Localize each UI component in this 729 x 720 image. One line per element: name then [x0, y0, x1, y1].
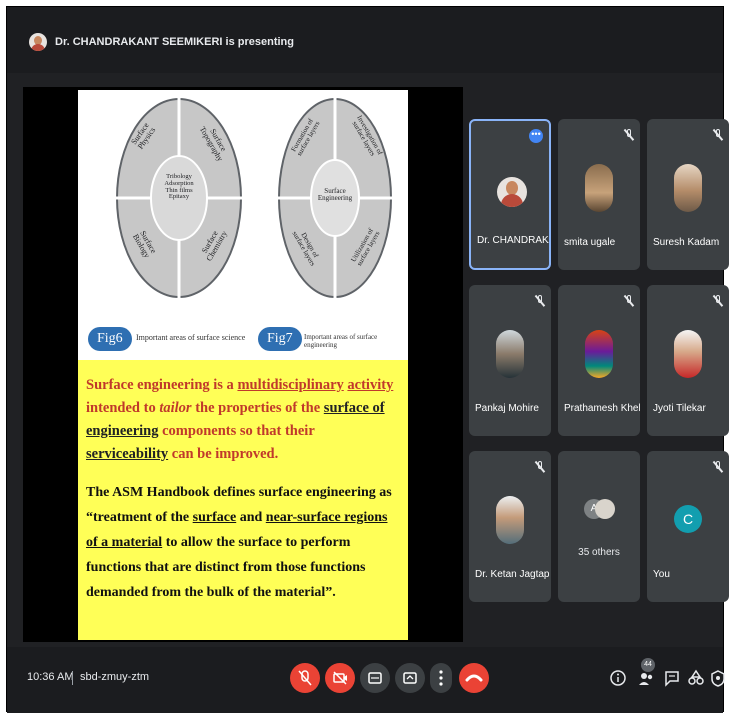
- divider: [72, 671, 73, 685]
- participant-tile[interactable]: Prathamesh Khelu...: [558, 285, 640, 436]
- meeting-code: sbd-zmuy-ztm: [80, 671, 150, 683]
- fig6-center: Tribology Adsorption Thin films Epitaxy: [164, 173, 194, 201]
- bottom-bar: 10:36 AM sbd-zmuy-ztm 44: [7, 647, 725, 713]
- fig6-caption: Important areas of surface science: [136, 333, 246, 342]
- top-bar: Dr. CHANDRAKANT SEEMIKERI is presenting: [7, 7, 723, 73]
- hang-up-icon: [465, 674, 483, 682]
- mic-toggle-button[interactable]: [290, 663, 320, 693]
- mic-off-icon: [712, 295, 723, 307]
- participant-tile[interactable]: Dr. Ketan Jagtap: [469, 451, 551, 602]
- participant-name: Dr. Ketan Jagtap: [475, 569, 550, 580]
- presenter-avatar: [29, 33, 47, 51]
- asm-definition-paragraph: The ASM Handbook defines surface enginee…: [86, 485, 392, 600]
- participant-name: Suresh Kadam: [653, 237, 720, 248]
- present-icon: [403, 672, 417, 684]
- fig7-badge: Fig7: [258, 327, 302, 351]
- slide-text-block: Surface engineering is a multidisciplina…: [78, 360, 408, 640]
- captions-button[interactable]: [360, 663, 390, 693]
- mic-off-icon: [623, 295, 634, 307]
- clock: 10:36 AM: [27, 671, 74, 683]
- fig7-caption: Important areas of surface engineering: [304, 333, 378, 349]
- presentation-stage[interactable]: Tribology Adsorption Thin films Epitaxy …: [23, 87, 463, 642]
- meet-window: Dr. CHANDRAKANT SEEMIKERI is presenting …: [6, 6, 729, 713]
- definition-paragraph: Surface engineering is a multidisciplina…: [86, 377, 394, 462]
- slide: Tribology Adsorption Thin films Epitaxy …: [78, 90, 408, 640]
- mic-off-icon: [712, 129, 723, 141]
- participant-name: Prathamesh Khelu...: [564, 403, 640, 414]
- more-options-button[interactable]: [430, 663, 452, 693]
- avatar: [496, 496, 524, 544]
- participant-name: Pankaj Mohire: [475, 403, 539, 414]
- captions-icon: [368, 672, 382, 684]
- avatar: [674, 164, 702, 212]
- participant-count-badge: 44: [641, 658, 655, 672]
- mic-off-icon: [534, 461, 545, 473]
- camera-toggle-button[interactable]: [325, 663, 355, 693]
- avatar: [496, 330, 524, 378]
- others-tile[interactable]: A 35 others: [558, 451, 640, 602]
- mic-off-icon: [298, 670, 312, 686]
- chat-icon[interactable]: [663, 669, 681, 687]
- self-tile[interactable]: C You: [647, 451, 729, 602]
- mic-off-icon: [712, 461, 723, 473]
- avatar: [585, 330, 613, 378]
- host-controls-icon[interactable]: [709, 669, 727, 687]
- others-avatars: A: [584, 499, 615, 521]
- avatar: [674, 330, 702, 378]
- others-count: 35 others: [578, 547, 620, 558]
- info-icon[interactable]: [609, 669, 627, 687]
- avatar: [585, 164, 613, 212]
- mic-off-icon: [534, 295, 545, 307]
- activities-icon[interactable]: [687, 669, 705, 687]
- participant-tile[interactable]: Pankaj Mohire: [469, 285, 551, 436]
- mic-off-icon: [623, 129, 634, 141]
- participant-name: Jyoti Tilekar: [653, 403, 706, 414]
- leave-call-button[interactable]: [459, 663, 489, 693]
- participant-name: smita ugale: [564, 237, 616, 248]
- participant-name: Dr. CHANDRAKAN...: [477, 235, 549, 246]
- present-button[interactable]: [395, 663, 425, 693]
- participant-tile[interactable]: ••• Dr. CHANDRAKAN...: [469, 119, 551, 270]
- avatar: C: [674, 505, 702, 533]
- presenting-banner: Dr. CHANDRAKANT SEEMIKERI is presenting: [55, 36, 294, 48]
- avatar: [497, 177, 527, 207]
- fig6-badge: Fig6: [88, 327, 132, 351]
- participant-name: You: [653, 569, 670, 580]
- more-options-icon[interactable]: •••: [529, 129, 543, 143]
- fig7-center: Surface Engineering: [317, 187, 353, 203]
- more-vert-icon: [439, 670, 443, 686]
- participant-tile[interactable]: Jyoti Tilekar: [647, 285, 729, 436]
- camera-off-icon: [333, 671, 347, 685]
- participant-tile[interactable]: Suresh Kadam: [647, 119, 729, 270]
- participant-tile[interactable]: smita ugale: [558, 119, 640, 270]
- slide-figures: Tribology Adsorption Thin films Epitaxy …: [78, 90, 408, 360]
